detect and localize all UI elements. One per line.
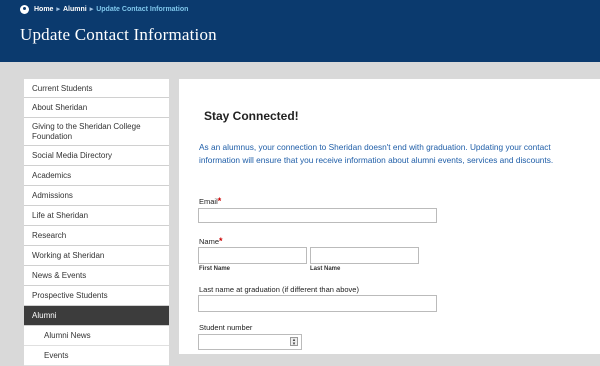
required-marker: *	[217, 196, 222, 206]
email-field[interactable]	[198, 208, 437, 223]
sidebar-item-admissions[interactable]: Admissions	[24, 186, 169, 206]
student-number-label: Student number	[199, 323, 253, 332]
sidebar-subitem-events[interactable]: Events	[24, 346, 169, 366]
email-label-text: Email	[199, 197, 218, 206]
breadcrumb-separator: ▸	[89, 6, 94, 13]
sidebar-item-academics[interactable]: Academics	[24, 166, 169, 186]
grad-name-label: Last name at graduation (if different th…	[199, 285, 359, 294]
email-label: Email*	[199, 196, 221, 206]
sidebar-item-alumni[interactable]: Alumni	[24, 306, 169, 326]
breadcrumb-home[interactable]: Home	[34, 6, 53, 13]
stepper-icon[interactable]: ▴ ▾	[290, 337, 298, 347]
intro-text: As an alumnus, your connection to Sherid…	[199, 142, 554, 165]
last-name-field[interactable]	[310, 247, 419, 264]
breadcrumb: Home ▸ Alumni ▸ Update Contact Informati…	[20, 3, 188, 15]
breadcrumb-alumni[interactable]: Alumni	[63, 6, 87, 13]
breadcrumb-separator: ▸	[56, 6, 60, 13]
sidebar-item-news-events[interactable]: News & Events	[24, 266, 169, 286]
sidebar-item-prospective[interactable]: Prospective Students	[24, 286, 169, 306]
section-heading: Stay Connected!	[204, 109, 299, 123]
sidebar-item-life-at-sheridan[interactable]: Life at Sheridan	[24, 206, 169, 226]
sidebar-item-about-sheridan[interactable]: About Sheridan	[24, 98, 169, 118]
sidebar-item-giving[interactable]: Giving to the Sheridan College Foundatio…	[24, 118, 169, 146]
sidebar-item-research[interactable]: Research	[24, 226, 169, 246]
breadcrumb-current: Update Contact Information	[96, 5, 189, 13]
first-name-field[interactable]	[198, 247, 307, 264]
sidebar-item-working[interactable]: Working at Sheridan	[24, 246, 169, 266]
main-content: Stay Connected! As an alumnus, your conn…	[179, 79, 600, 354]
page-title: Update Contact Information	[20, 25, 217, 44]
sidebar-item-social-media[interactable]: Social Media Directory	[24, 146, 169, 166]
grad-name-field[interactable]	[198, 295, 437, 312]
name-label-text: Name	[199, 237, 220, 246]
first-name-sublabel: First Name	[199, 266, 231, 272]
sidebar-nav: Current Students About Sheridan Giving t…	[24, 79, 169, 366]
sidebar-subitem-alumni-news[interactable]: Alumni News	[24, 326, 169, 346]
last-name-sublabel: Last Name	[310, 266, 341, 272]
required-marker: *	[219, 236, 223, 246]
student-number-field[interactable]: ▴ ▾	[198, 334, 302, 350]
site-header: Home ▸ Alumni ▸ Update Contact Informati…	[0, 0, 600, 62]
sidebar-item-current-students[interactable]: Current Students	[24, 79, 169, 98]
name-label: Name*	[199, 236, 223, 246]
home-icon[interactable]	[20, 4, 29, 14]
